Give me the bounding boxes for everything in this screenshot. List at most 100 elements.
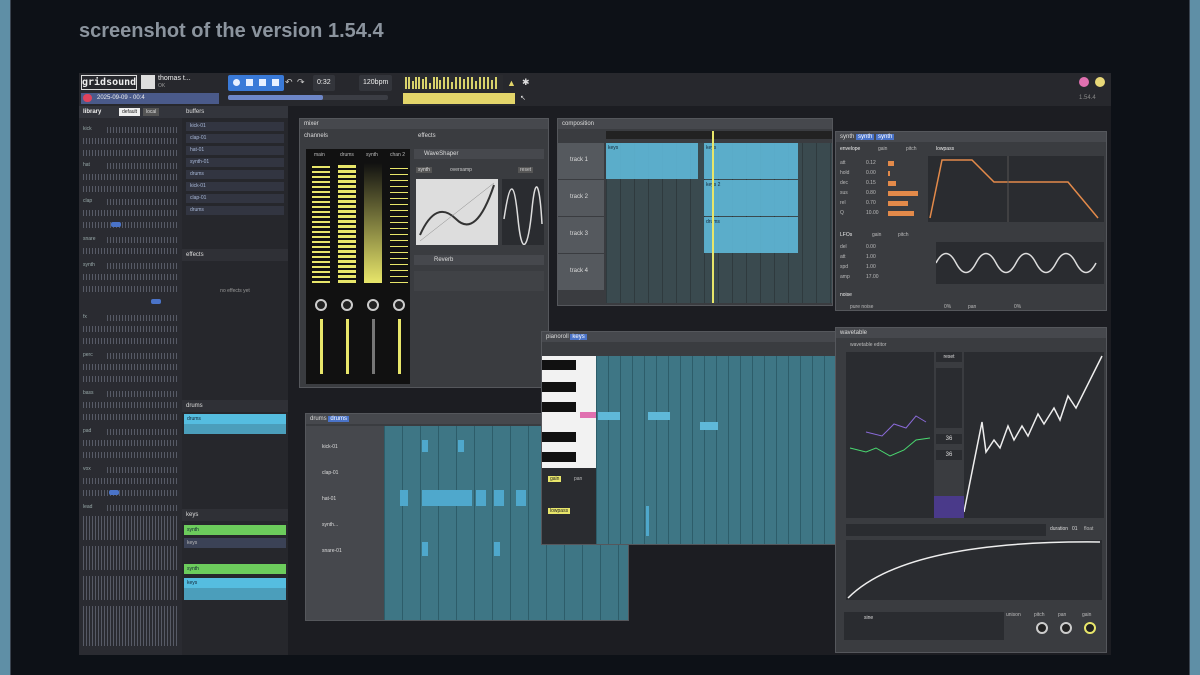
channel-name[interactable]: drums — [340, 152, 354, 158]
undo-icon[interactable]: ↶ — [285, 77, 293, 88]
library-item[interactable]: synth — [83, 262, 95, 270]
track-name[interactable]: track 4 — [558, 254, 604, 290]
wave-count-1[interactable]: 36 — [936, 434, 962, 444]
env-slider[interactable] — [888, 181, 896, 186]
library-item[interactable]: perc — [83, 352, 93, 360]
env-slider[interactable] — [888, 161, 894, 166]
drum-hit[interactable] — [422, 490, 472, 506]
redo-icon[interactable]: ↷ — [297, 77, 305, 88]
env-value[interactable]: 0.80 — [866, 190, 876, 196]
library-item[interactable]: fx — [83, 314, 87, 322]
pianoroll-title-bar[interactable]: pianoroll keys — [542, 332, 836, 342]
library-item[interactable]: pad — [83, 428, 91, 436]
lfo-value[interactable]: 0.00 — [866, 244, 876, 250]
library-item[interactable]: bass — [83, 390, 94, 398]
piano-keys[interactable] — [542, 356, 596, 468]
play-icon[interactable] — [233, 79, 240, 86]
env-value[interactable]: 0.15 — [866, 180, 876, 186]
keys-pattern[interactable]: keys — [184, 538, 286, 548]
channel-name[interactable]: chan 2 — [390, 152, 405, 158]
pitch-knob[interactable] — [1036, 622, 1048, 634]
drums-pattern[interactable]: drums — [184, 414, 286, 424]
noise-type[interactable]: pure noise — [850, 304, 873, 310]
drum-hit[interactable] — [400, 490, 408, 506]
timeline-ruler[interactable] — [606, 131, 832, 139]
channel-name[interactable]: synth — [366, 152, 378, 158]
active-key[interactable] — [580, 412, 596, 418]
record-icon[interactable] — [259, 79, 266, 86]
clip[interactable]: drums — [704, 217, 798, 253]
env-value[interactable]: 0.12 — [866, 160, 876, 166]
playback-bar[interactable] — [403, 93, 515, 104]
drum-row[interactable]: kick-01 — [322, 444, 338, 450]
buffer-item[interactable]: synth-01 — [186, 158, 284, 167]
lfo-value[interactable]: 17.00 — [866, 274, 879, 280]
reset-button[interactable]: reset — [936, 352, 962, 362]
waveshaper-effect[interactable]: WaveShaper — [414, 149, 544, 159]
black-key[interactable] — [542, 452, 576, 462]
wave-shape-buttons[interactable] — [936, 368, 962, 428]
note[interactable] — [598, 412, 620, 420]
clip[interactable]: keys — [704, 143, 798, 179]
reset-button[interactable]: reset — [518, 167, 534, 173]
add-effect-slot[interactable] — [414, 271, 544, 291]
oscillator-name[interactable]: sine — [864, 615, 873, 621]
loop-icon[interactable] — [272, 79, 279, 86]
library-item[interactable]: clap — [83, 198, 92, 206]
lfo-value[interactable]: 1.00 — [866, 264, 876, 270]
buffer-item[interactable]: kick-01 — [186, 182, 284, 191]
wavetable-3d-view[interactable] — [846, 352, 934, 518]
drum-row[interactable]: clap-01 — [322, 470, 338, 476]
track-name[interactable]: track 3 — [558, 217, 604, 253]
env-tab[interactable]: envelope — [840, 146, 860, 152]
lfo-value[interactable]: 1.00 — [866, 254, 876, 260]
theme-icon[interactable] — [1095, 77, 1105, 87]
black-key[interactable] — [542, 432, 576, 442]
buffer-item[interactable]: clap-01 — [186, 134, 284, 143]
curve-presets[interactable] — [846, 524, 1046, 536]
channel-name[interactable]: main — [314, 152, 325, 158]
lfo-graph[interactable] — [935, 242, 1104, 284]
buffer-item[interactable]: hat-01 — [186, 146, 284, 155]
noise-gain-value[interactable]: 0% — [944, 304, 951, 310]
pan-knob[interactable] — [1060, 622, 1072, 634]
synth-button[interactable]: synth — [416, 167, 432, 173]
project-date[interactable]: 2025-09-09 - 00:4 — [81, 93, 219, 104]
channels-tab[interactable]: channels — [304, 133, 328, 139]
env-slider[interactable] — [888, 201, 908, 206]
wave-thumbnail[interactable] — [934, 496, 964, 518]
lfo-tab[interactable]: LFOs — [840, 232, 852, 238]
duration-value[interactable]: 01 — [1072, 526, 1078, 532]
library-item[interactable]: hat — [83, 162, 90, 170]
waveshaper-curve[interactable] — [416, 179, 498, 245]
noise-pan-value[interactable]: 0% — [1014, 304, 1021, 310]
env-tab[interactable]: pitch — [906, 146, 917, 152]
envelope-graph[interactable] — [928, 156, 1104, 222]
env-slider[interactable] — [888, 191, 918, 196]
reverb-effect[interactable]: Reverb — [414, 255, 544, 265]
lfo-tab[interactable]: pitch — [898, 232, 909, 238]
user-block[interactable]: thomas t... OK — [141, 75, 219, 90]
lowpass-button[interactable]: lowpass — [548, 508, 571, 514]
drum-row[interactable]: hat-01 — [322, 496, 336, 502]
library-toggle[interactable] — [109, 490, 119, 495]
cloud-icon[interactable] — [83, 94, 92, 102]
library-tab-local[interactable]: local — [143, 108, 160, 116]
env-value[interactable]: 0.70 — [866, 200, 876, 206]
black-key[interactable] — [542, 402, 576, 412]
library-toggle[interactable] — [151, 299, 161, 304]
black-key[interactable] — [542, 360, 576, 370]
velocity-bar[interactable] — [646, 506, 649, 536]
oversample-control[interactable]: oversamp — [450, 167, 472, 173]
bpm-display[interactable]: 120bpm — [359, 75, 393, 91]
drum-hit[interactable] — [422, 542, 428, 556]
library-tab-default[interactable]: default — [119, 108, 141, 116]
wave-count-2[interactable]: 36 — [936, 450, 962, 460]
drum-row[interactable]: snare-01 — [322, 548, 342, 554]
keys-pattern[interactable]: synth — [184, 564, 286, 574]
effects-tab[interactable]: effects — [418, 133, 436, 139]
track-name[interactable]: track 2 — [558, 180, 604, 216]
track-name[interactable]: track 1 — [558, 143, 604, 179]
channel-fader[interactable] — [372, 319, 375, 374]
drums-pattern-hits[interactable] — [184, 424, 286, 434]
